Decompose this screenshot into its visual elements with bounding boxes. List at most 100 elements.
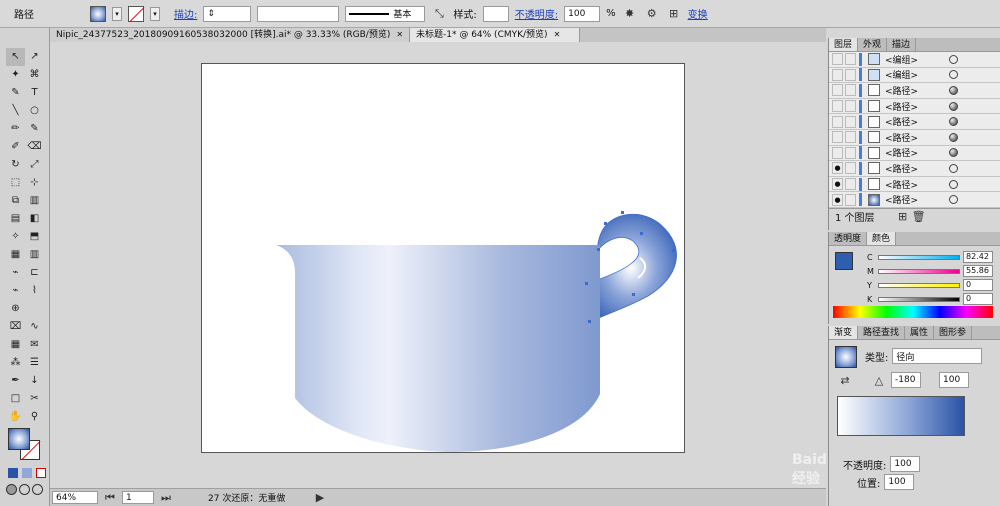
stop-opacity-field[interactable]: 100: [890, 456, 921, 472]
lock-toggle[interactable]: [845, 115, 856, 128]
visibility-eye-icon[interactable]: [832, 84, 843, 97]
gradient-type-select[interactable]: 径向: [892, 348, 983, 364]
tab-stroke[interactable]: 描边: [887, 38, 917, 51]
tab-pathfinder[interactable]: 路径查找: [858, 326, 906, 339]
target-circle-icon[interactable]: [949, 132, 958, 142]
tool-icon[interactable]: ↗: [25, 48, 44, 66]
page-field[interactable]: 1: [122, 491, 154, 504]
recolor-icon[interactable]: ✸: [622, 6, 638, 22]
lock-toggle[interactable]: [845, 53, 856, 66]
fill-swatch[interactable]: [90, 5, 106, 22]
layer-row[interactable]: ● <路径>: [829, 192, 1000, 208]
tool-icon[interactable]: ✧: [6, 228, 25, 246]
reverse-gradient-icon[interactable]: ⇄: [837, 372, 853, 388]
tool-icon[interactable]: ⌇: [25, 282, 44, 300]
tool-icon[interactable]: ⌘: [25, 66, 44, 84]
stroke-weight-field[interactable]: ⇕: [203, 5, 252, 22]
tool-icon[interactable]: ↖: [6, 48, 25, 66]
tool-icon[interactable]: ✦: [6, 66, 25, 84]
target-circle-icon[interactable]: [949, 148, 958, 158]
settings-icon[interactable]: ⚙: [644, 6, 660, 22]
tool-icon[interactable]: ▥: [25, 246, 44, 264]
visibility-eye-icon[interactable]: [832, 115, 843, 128]
tab-document-2[interactable]: 未标题-1* @ 64% (CMYK/预览) ✕: [410, 28, 580, 42]
visibility-eye-icon[interactable]: ●: [832, 162, 843, 175]
layer-row[interactable]: <路径>: [829, 83, 1000, 99]
layer-row[interactable]: <编组>: [829, 52, 1000, 68]
align-icon[interactable]: ⊞: [666, 6, 682, 22]
lock-toggle[interactable]: [845, 146, 856, 159]
visibility-eye-icon[interactable]: [832, 68, 843, 81]
tool-icon[interactable]: ☰: [25, 354, 44, 372]
target-circle-icon[interactable]: [949, 195, 958, 205]
tool-icon[interactable]: ⌁: [6, 282, 25, 300]
angle-field[interactable]: -180: [891, 372, 921, 388]
color-value-field[interactable]: 82.42: [963, 251, 993, 263]
gradient-slider[interactable]: [837, 396, 965, 436]
play-icon[interactable]: ▶: [312, 490, 328, 506]
target-circle-icon[interactable]: [949, 54, 958, 64]
tool-icon[interactable]: ✎: [25, 120, 44, 138]
close-icon[interactable]: ✕: [396, 30, 403, 39]
color-spectrum[interactable]: [833, 306, 993, 318]
visibility-eye-icon[interactable]: [832, 131, 843, 144]
next-page-icon[interactable]: ⏭: [158, 490, 174, 506]
lock-toggle[interactable]: [845, 84, 856, 97]
close-icon[interactable]: ✕: [554, 30, 561, 39]
tool-icon[interactable]: ⊹: [25, 174, 44, 192]
tab-layers[interactable]: 图层: [829, 38, 859, 51]
tab-appearance[interactable]: 外观: [858, 38, 888, 51]
tool-icon[interactable]: ⁂: [6, 354, 25, 372]
lock-toggle[interactable]: [845, 178, 856, 191]
tool-icon[interactable]: ◧: [25, 210, 44, 228]
fill-dropdown-icon[interactable]: ▾: [112, 6, 122, 21]
new-layer-icon[interactable]: ⊞: [895, 208, 911, 224]
tool-icon[interactable]: ↓: [25, 372, 44, 390]
draw-inside-icon[interactable]: [32, 484, 43, 495]
lock-toggle[interactable]: [845, 193, 856, 206]
tool-icon[interactable]: ⬚: [6, 174, 25, 192]
layer-row[interactable]: <路径>: [829, 145, 1000, 162]
tab-attributes[interactable]: 属性: [905, 326, 935, 339]
lock-toggle[interactable]: [845, 131, 856, 144]
opacity-field[interactable]: 100: [564, 5, 601, 22]
draw-behind-icon[interactable]: [19, 484, 30, 495]
artboard[interactable]: [201, 63, 685, 453]
transform-link[interactable]: 变换: [688, 6, 708, 21]
tab-transparency[interactable]: 透明度: [829, 232, 868, 245]
tool-icon[interactable]: ╲: [6, 102, 25, 120]
aspect-ratio-field[interactable]: 100: [939, 372, 969, 388]
zoom-field[interactable]: 64%: [52, 491, 98, 504]
layer-row[interactable]: ● <路径>: [829, 161, 1000, 177]
tool-icon[interactable]: ⚲: [25, 408, 44, 426]
graphic-style-icon[interactable]: ⤡: [431, 6, 447, 22]
tool-icon[interactable]: ✉: [25, 336, 44, 354]
stroke-swatch[interactable]: [128, 5, 144, 22]
draw-normal-icon[interactable]: [6, 484, 17, 495]
target-circle-icon[interactable]: [949, 101, 958, 111]
visibility-eye-icon[interactable]: [832, 53, 843, 66]
tool-icon[interactable]: ⌫: [25, 138, 44, 156]
layer-row[interactable]: ● <路径>: [829, 176, 1000, 193]
tool-icon[interactable]: ▤: [6, 210, 25, 228]
tool-icon[interactable]: ✏: [6, 120, 25, 138]
opacity-link[interactable]: 不透明度:: [515, 6, 558, 21]
tool-icon[interactable]: [25, 300, 44, 318]
lock-toggle[interactable]: [845, 68, 856, 81]
layer-row[interactable]: <路径>: [829, 98, 1000, 115]
lock-toggle[interactable]: [845, 100, 856, 113]
target-circle-icon[interactable]: [949, 85, 958, 95]
stroke-link[interactable]: 描边:: [174, 6, 197, 21]
tab-document-1[interactable]: Nipic_24377523_20180909160538032000 [转换]…: [50, 28, 410, 42]
tool-icon[interactable]: ↻: [6, 156, 25, 174]
tab-gradient[interactable]: 渐变: [829, 326, 859, 339]
tool-icon[interactable]: ▦: [6, 246, 25, 264]
color-value-field[interactable]: 0: [963, 279, 993, 291]
target-circle-icon[interactable]: [949, 163, 958, 173]
tool-icon[interactable]: ⌧: [6, 318, 25, 336]
tool-icon[interactable]: ⌁: [6, 264, 25, 282]
tool-icon[interactable]: □: [6, 390, 25, 408]
stroke-dropdown-icon[interactable]: ▾: [150, 6, 160, 21]
tool-icon[interactable]: ⊏: [25, 264, 44, 282]
tool-icon[interactable]: ✂: [25, 390, 44, 408]
